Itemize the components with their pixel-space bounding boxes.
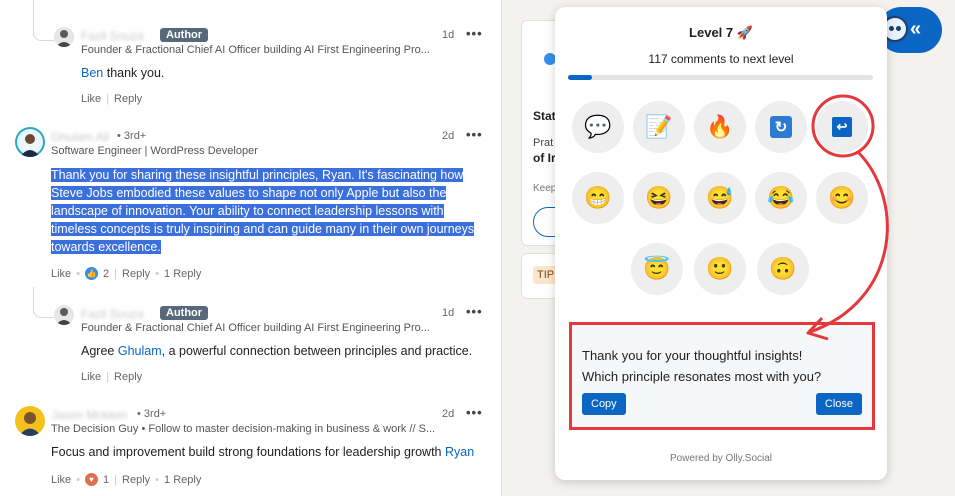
- comment-text: Ben thank you.: [81, 66, 165, 80]
- copy-button[interactable]: Copy: [582, 393, 626, 415]
- commenter-name[interactable]: Fazil Souza: [81, 29, 144, 43]
- reply-icon-button[interactable]: ↩: [816, 101, 868, 153]
- comment-actions: Like | Reply: [81, 371, 143, 383]
- comment-line: landscape of innovation. Your ability to…: [51, 204, 444, 218]
- comment-text-selected: Thank you for sharing these insightful p…: [51, 166, 491, 256]
- avatar[interactable]: [54, 305, 74, 325]
- comment-timestamp: 1d: [442, 307, 455, 319]
- reply-button[interactable]: Reply: [114, 371, 142, 383]
- level-progress-fill: [568, 75, 593, 80]
- comment-line: towards excellence.: [51, 240, 161, 254]
- comment-text: Agree Ghulam, a powerful connection betw…: [81, 344, 473, 358]
- comments-feed: Fazil Souza Author Founder & Fractional …: [0, 0, 502, 496]
- emoji-sweat-smile-button[interactable]: 😅: [694, 172, 746, 224]
- comment-actions: Like • 👍 2 | Reply • 1 Reply: [51, 267, 202, 280]
- like-button[interactable]: Like: [81, 371, 101, 383]
- avatar[interactable]: [15, 406, 45, 436]
- halo-emoji-icon: 😇: [643, 256, 671, 281]
- replies-count[interactable]: 1 Reply: [164, 268, 201, 280]
- reply-button[interactable]: Reply: [114, 93, 142, 105]
- level-title: Level 7 🚀: [689, 25, 753, 40]
- love-reaction-icon: ♥: [85, 473, 99, 486]
- commenter-headline: Founder & Fractional Chief AI Officer bu…: [81, 322, 430, 334]
- avatar[interactable]: [54, 27, 74, 47]
- comment-actions: Like | Reply: [81, 93, 143, 105]
- reaction-count[interactable]: 2: [103, 268, 109, 280]
- comment-icon-button[interactable]: 💬: [572, 101, 624, 153]
- powered-by-text: Powered by Olly.Social: [669, 453, 773, 464]
- generated-reply-text[interactable]: Thank you for your thoughtful insights! …: [582, 345, 821, 387]
- regenerate-icon-button[interactable]: ↻: [755, 101, 807, 153]
- summary-icon-button[interactable]: 📝: [633, 101, 685, 153]
- more-options-icon[interactable]: •••: [466, 127, 483, 142]
- comment-text: Focus and improvement build strong found…: [51, 445, 475, 459]
- card-title: Stat: [533, 109, 556, 123]
- reply-icon: ↩: [832, 117, 852, 137]
- next-level-text: 117 comments to next level: [648, 52, 794, 66]
- tears-of-joy-emoji-icon: 😂: [767, 185, 795, 210]
- more-options-icon[interactable]: •••: [466, 26, 483, 41]
- comment-timestamp: 1d: [442, 29, 455, 41]
- emoji-blush-button[interactable]: 😊: [816, 172, 868, 224]
- smile-emoji-icon: 🙂: [706, 256, 734, 281]
- fire-icon: 🔥: [706, 114, 734, 139]
- comment-line: timeless concepts is truly inspiring and…: [51, 222, 475, 236]
- emoji-laugh-button[interactable]: 😆: [633, 172, 685, 224]
- mention-link[interactable]: Ben: [81, 66, 103, 80]
- fire-icon-button[interactable]: 🔥: [694, 101, 746, 153]
- reaction-count[interactable]: 1: [103, 474, 109, 486]
- like-button[interactable]: Like: [51, 474, 71, 486]
- mention-link[interactable]: Ryan: [445, 445, 474, 459]
- commenter-headline: Software Engineer | WordPress Developer: [51, 145, 258, 157]
- comment-timestamp: 2d: [442, 408, 455, 420]
- like-button[interactable]: Like: [81, 93, 101, 105]
- blush-emoji-icon: 😊: [828, 185, 856, 210]
- emoji-joy-button[interactable]: 😂: [755, 172, 807, 224]
- double-chevron-left-icon: «: [910, 18, 922, 40]
- commenter-name[interactable]: Ghulam Ali: [51, 130, 109, 144]
- author-badge: Author: [160, 28, 209, 42]
- thread-elbow: [33, 28, 54, 41]
- reply-button[interactable]: Reply: [122, 268, 150, 280]
- more-options-icon[interactable]: •••: [466, 304, 483, 319]
- comment-line: Thank you for sharing these insightful p…: [51, 168, 464, 182]
- grin-emoji-icon: 😁: [584, 185, 612, 210]
- mention-link[interactable]: Ghulam: [118, 344, 162, 358]
- commenter-name[interactable]: Jason Mcklein: [51, 408, 127, 422]
- card-subtitle: Prat: [533, 137, 554, 149]
- comment-actions: Like • ♥ 1 | Reply • 1 Reply: [51, 473, 202, 486]
- laughing-emoji-icon: 😆: [645, 185, 673, 210]
- reply-button[interactable]: Reply: [122, 474, 150, 486]
- thumbs-up-reaction-icon: 👍: [85, 267, 99, 280]
- emoji-upside-down-button[interactable]: 🙃: [757, 243, 809, 295]
- thread-elbow: [33, 305, 54, 318]
- olly-panel: Level 7 🚀 117 comments to next level 💬 📝…: [555, 7, 887, 480]
- level-progress-bar: [568, 75, 873, 80]
- close-button[interactable]: Close: [815, 393, 862, 415]
- connection-degree: • 3rd+: [117, 130, 147, 142]
- memo-icon: 📝: [645, 114, 673, 139]
- avatar[interactable]: [15, 127, 45, 157]
- author-badge: Author: [160, 306, 209, 320]
- card-heading: of Ir: [533, 151, 556, 165]
- emoji-smile-button[interactable]: 🙂: [694, 243, 746, 295]
- sweat-smile-emoji-icon: 😅: [706, 185, 734, 210]
- refresh-icon: ↻: [770, 116, 792, 138]
- commenter-headline: The Decision Guy • Follow to master deci…: [51, 423, 436, 435]
- connection-degree: • 3rd+: [137, 408, 167, 420]
- commenter-name[interactable]: Fazil Souza: [81, 307, 144, 321]
- olly-toggle-button[interactable]: «: [878, 7, 942, 53]
- speech-bubble-icon: 💬: [584, 114, 612, 139]
- comment-line: Steve Jobs embodied these values to shap…: [51, 186, 447, 200]
- replies-count[interactable]: 1 Reply: [164, 474, 201, 486]
- emoji-grin-button[interactable]: 😁: [572, 172, 624, 224]
- more-options-icon[interactable]: •••: [466, 405, 483, 420]
- card-caption: Keep: [533, 183, 557, 194]
- commenter-headline: Founder & Fractional Chief AI Officer bu…: [81, 44, 430, 56]
- upside-down-emoji-icon: 🙃: [769, 256, 797, 281]
- emoji-halo-button[interactable]: 😇: [631, 243, 683, 295]
- like-button[interactable]: Like: [51, 268, 71, 280]
- generated-reply-box: Thank you for your thoughtful insights! …: [569, 322, 875, 430]
- comment-timestamp: 2d: [442, 130, 455, 142]
